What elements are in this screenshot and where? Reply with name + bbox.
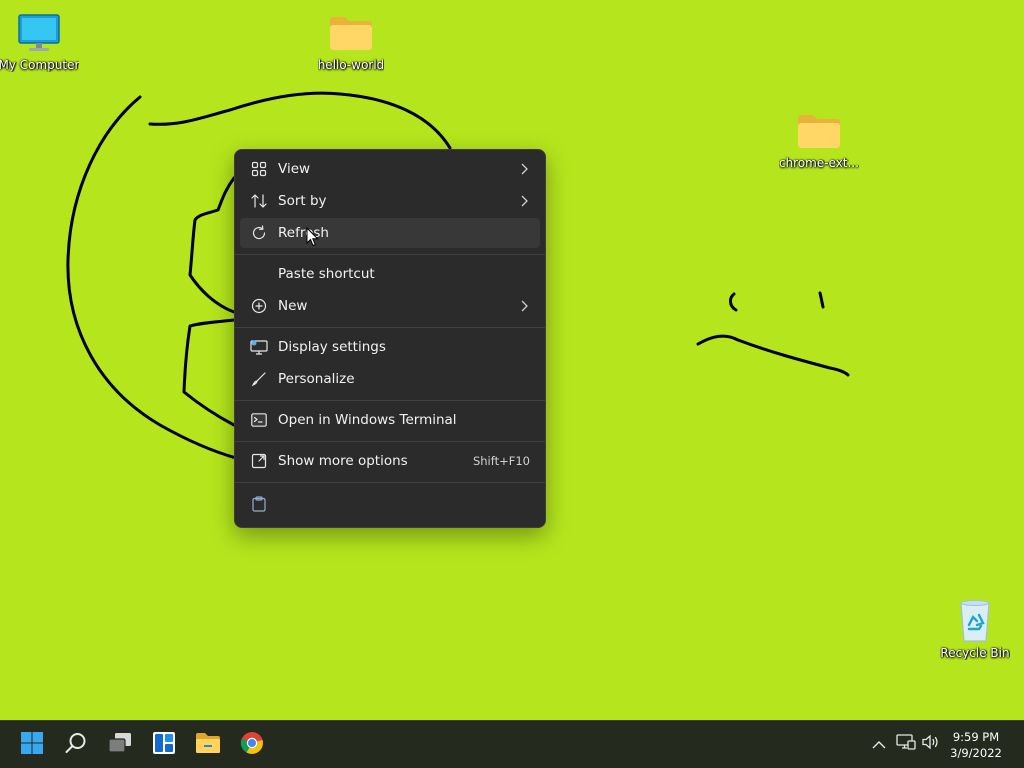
start-button[interactable] [12,725,52,765]
desktop-icon-my-computer[interactable]: My Computer [0,10,82,72]
file-explorer-icon [195,732,221,758]
menu-item-shortcut: Shift+F10 [472,454,530,468]
desktop-context-menu: View Sort by Refresh Paste shortcut New … [234,149,546,528]
desktop-icon-label: hello-world [317,58,385,72]
task-view-button[interactable] [100,725,140,765]
clock-date: 3/9/2022 [950,746,1002,760]
menu-item-open-terminal[interactable]: Open in Windows Terminal [240,405,540,435]
menu-item-label: Show more options [278,453,408,469]
menu-item-label: Paste shortcut [278,266,375,282]
search-icon [64,731,88,759]
display-icon [242,332,276,362]
menu-item-personalize[interactable]: Personalize [240,364,540,394]
sort-icon [242,186,276,216]
menu-separator [235,327,545,328]
plus-circle-icon [242,291,276,321]
start-icon [20,731,44,759]
terminal-icon [242,405,276,435]
menu-item-view[interactable]: View [240,154,540,184]
folder-icon [795,108,843,154]
menu-item-label: Personalize [278,371,355,387]
taskbar: 9:59 PM 3/9/2022 [0,720,1024,768]
recycle-bin-icon [951,598,999,644]
chevron-right-icon [514,300,534,312]
chevron-up-icon [872,735,886,754]
desktop-icon-hello-world[interactable]: hello-world [308,10,394,72]
clock-time: 9:59 PM [952,730,1000,744]
menu-separator [235,482,545,483]
menu-item-new[interactable]: New [240,291,540,321]
network-button[interactable] [895,733,917,755]
widgets-button[interactable] [144,725,184,765]
volume-icon [921,733,941,755]
search-button[interactable] [56,725,96,765]
menu-item-clipboard[interactable] [240,489,540,519]
task-view-icon [107,731,133,759]
menu-item-refresh[interactable]: Refresh [240,218,540,248]
menu-separator [235,254,545,255]
show-hidden-icons-button[interactable] [868,733,890,755]
mouse-cursor-icon [306,226,319,251]
chevron-right-icon [514,163,534,175]
refresh-icon [242,218,276,248]
network-icon [896,733,916,755]
menu-item-label: Sort by [278,193,327,209]
desktop-icon-label: Recycle Bin [940,646,1010,660]
desktop-icon-label: chrome-ext... [778,156,860,170]
desktop-icon-recycle-bin[interactable]: Recycle Bin [932,598,1018,660]
menu-item-paste-shortcut[interactable]: Paste shortcut [240,259,540,289]
chrome-button[interactable] [232,725,272,765]
brush-icon [242,364,276,394]
more-options-icon [242,446,276,476]
widgets-icon [152,731,176,759]
menu-item-label: Display settings [278,339,386,355]
menu-item-label: View [278,161,311,177]
menu-separator [235,441,545,442]
desktop-icon-label: My Computer [0,58,80,72]
taskbar-clock[interactable]: 9:59 PM 3/9/2022 [946,729,1006,761]
menu-separator [235,400,545,401]
volume-button[interactable] [920,733,942,755]
menu-item-label: New [278,298,308,314]
menu-item-label: Open in Windows Terminal [278,412,457,428]
folder-icon [327,10,375,56]
chrome-icon [240,731,264,759]
desktop-icon-chrome-ext[interactable]: chrome-ext... [776,108,862,170]
grid-icon [242,154,276,184]
menu-item-show-more-options[interactable]: Show more options Shift+F10 [240,446,540,476]
file-explorer-button[interactable] [188,725,228,765]
clipboard-icon [242,489,276,519]
monitor-icon [15,10,63,56]
chevron-right-icon [514,195,534,207]
menu-item-sort-by[interactable]: Sort by [240,186,540,216]
menu-item-display-settings[interactable]: Display settings [240,332,540,362]
